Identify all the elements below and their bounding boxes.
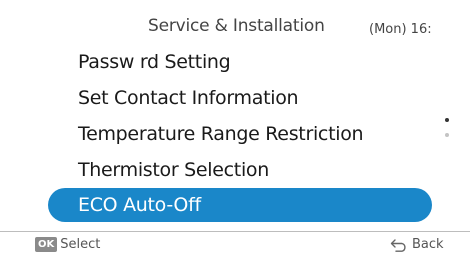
settings-menu: Passw rd Setting Set Contact Information…: [34, 44, 434, 222]
menu-item-temperature-range-restriction[interactable]: Temperature Range Restriction: [34, 116, 434, 152]
select-label: Select: [60, 237, 101, 252]
page-indicator: [443, 118, 451, 148]
back-arrow-icon: [390, 238, 406, 252]
select-hint[interactable]: OK Select: [35, 237, 100, 252]
menu-item-thermistor-selection[interactable]: Thermistor Selection: [34, 152, 434, 188]
menu-item-set-contact-information[interactable]: Set Contact Information: [34, 80, 434, 116]
page-dot-active: [445, 118, 449, 122]
menu-item-password-setting[interactable]: Passw rd Setting: [34, 44, 434, 80]
clock-display: (Mon) 16:: [369, 22, 432, 37]
back-hint[interactable]: Back: [390, 237, 444, 252]
menu-item-eco-auto-off[interactable]: ECO Auto-Off: [48, 188, 432, 222]
footer-divider: [0, 231, 470, 232]
page-dot-inactive: [445, 133, 449, 137]
page-title: Service & Installation: [148, 16, 325, 36]
ok-button-icon: OK: [35, 237, 58, 252]
service-installation-screen: Service & Installation (Mon) 16: Passw r…: [0, 0, 470, 260]
back-label: Back: [412, 237, 444, 252]
